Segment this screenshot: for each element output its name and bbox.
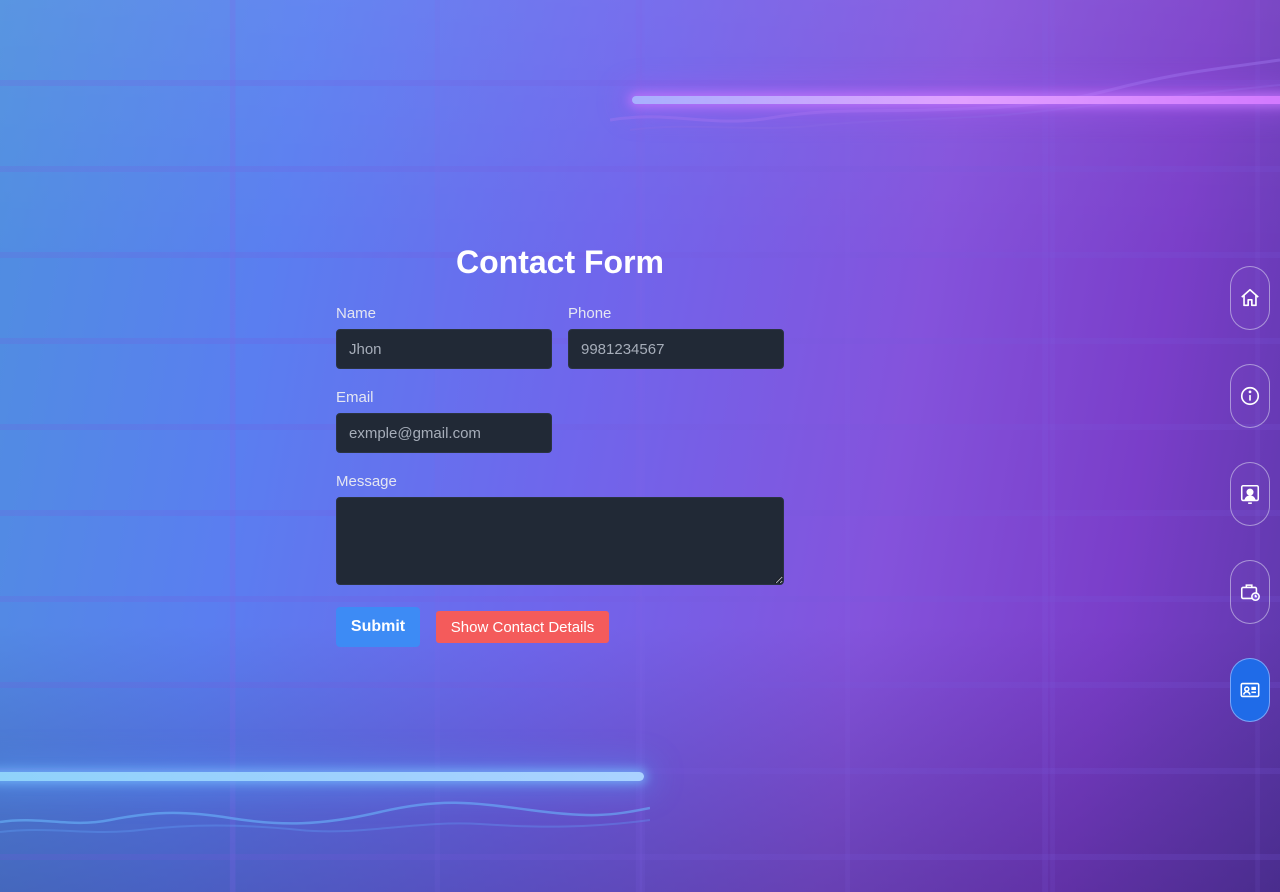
neon-wave-top xyxy=(610,58,1280,131)
nav-contact-button[interactable] xyxy=(1230,658,1270,722)
info-icon xyxy=(1240,386,1260,406)
submit-button[interactable]: Submit xyxy=(336,607,420,647)
nav-experience-button[interactable] xyxy=(1230,560,1270,624)
phone-input[interactable] xyxy=(568,329,784,369)
neon-light-bottom xyxy=(0,772,644,781)
home-icon xyxy=(1241,288,1259,307)
name-label: Name xyxy=(336,305,377,322)
email-input[interactable] xyxy=(336,413,552,453)
page-background: Contact Form Name Phone Email Message Su… xyxy=(0,0,1280,892)
message-textarea[interactable] xyxy=(336,497,784,585)
nav-portfolio-button[interactable] xyxy=(1230,462,1270,526)
briefcase-clock-icon xyxy=(1240,584,1260,602)
phone-label: Phone xyxy=(568,305,612,322)
nav-home-button[interactable] xyxy=(1230,266,1270,330)
nav-about-button[interactable] xyxy=(1230,364,1270,428)
message-label: Message xyxy=(336,473,397,490)
neon-wave-bottom xyxy=(0,801,650,833)
show-contact-details-button[interactable]: Show Contact Details xyxy=(436,611,609,643)
contact-card-icon xyxy=(1240,682,1260,698)
neon-light-top xyxy=(632,96,1280,104)
portfolio-icon xyxy=(1240,484,1260,504)
name-input[interactable] xyxy=(336,329,552,369)
form-title: Contact Form xyxy=(456,244,664,280)
email-label: Email xyxy=(336,389,374,406)
